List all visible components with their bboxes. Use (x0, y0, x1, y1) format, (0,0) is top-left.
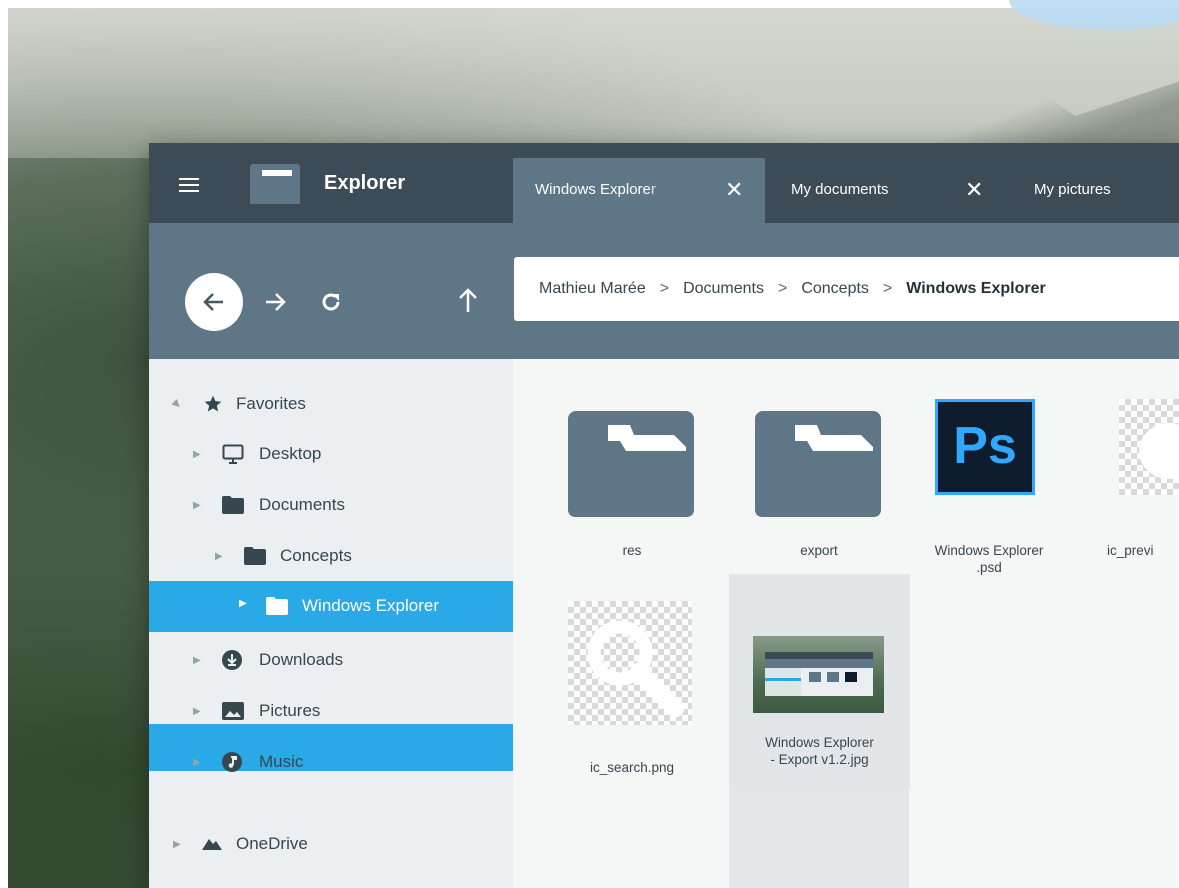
app-folder-icon (250, 164, 300, 204)
download-icon (222, 650, 242, 670)
sidebar-item-concepts[interactable]: ▶ Concepts (149, 533, 513, 579)
close-icon[interactable]: ✕ (965, 177, 983, 203)
breadcrumb-separator: > (777, 280, 788, 297)
folder-icon (266, 597, 288, 615)
ps-badge: Ps (953, 417, 1017, 475)
file-name-line1: Windows Explorer (934, 543, 1044, 558)
breadcrumb-current[interactable]: Windows Explorer (906, 280, 1045, 298)
sidebar-item-label: Downloads (259, 650, 344, 669)
tab-my-documents[interactable]: My documents ✕ (765, 158, 1009, 223)
sidebar-item-documents[interactable]: ▶ Documents (149, 482, 513, 528)
navigation-bar: Mathieu Marée > Documents > Concepts > W… (149, 223, 1179, 359)
caret-icon[interactable]: ▶ (193, 706, 201, 717)
title-bar: Explorer Windows Explorer ✕ My documents… (149, 143, 1179, 223)
tab-my-pictures[interactable]: My pictures (1009, 158, 1179, 223)
tab-label: My pictures (1034, 181, 1111, 198)
sidebar-item-pictures[interactable]: ▶ Pictures (149, 688, 513, 734)
sidebar-item-label: Music (259, 752, 304, 771)
file-name-line1: Windows Explorer (765, 735, 874, 750)
breadcrumb-separator: > (882, 280, 893, 297)
caret-icon[interactable]: ▶ (193, 500, 201, 511)
sidebar-item-downloads[interactable]: ▶ Downloads (149, 637, 513, 683)
file-name-line2: .psd (976, 560, 1002, 575)
sidebar-item-label: Pictures (259, 701, 321, 720)
photoshop-file-icon: Ps (935, 399, 1035, 495)
image-thumbnail (753, 636, 884, 713)
arrow-left-icon (203, 293, 223, 311)
monitor-icon (222, 444, 244, 464)
file-item-jpg[interactable]: Windows Explorer - Export v1.2.jpg (729, 574, 910, 789)
music-icon (222, 752, 242, 772)
breadcrumb-item[interactable]: Concepts (801, 280, 869, 298)
image-thumbnail (1119, 399, 1179, 495)
file-name-line2: - Export v1.2.jpg (770, 752, 869, 767)
sidebar-item-desktop[interactable]: ▶ Desktop (149, 431, 513, 477)
sidebar-item-windows-explorer-selected[interactable]: ▶ Windows Explorer (149, 581, 513, 632)
refresh-button[interactable] (319, 290, 343, 314)
sidebar-item-label: OneDrive (236, 834, 308, 853)
back-button[interactable] (185, 273, 243, 331)
explorer-window: Explorer Windows Explorer ✕ My documents… (149, 143, 1179, 888)
image-icon (222, 702, 244, 720)
folder-icon (755, 411, 881, 517)
app-title: Explorer (324, 172, 406, 194)
file-item-folder[interactable]: export (739, 389, 899, 601)
sidebar-item-music[interactable]: ▶ Music (149, 739, 513, 785)
sidebar-item-label: Favorites (236, 394, 306, 413)
sidebar-item-label: Documents (259, 495, 345, 514)
caret-icon[interactable]: ▶ (170, 397, 183, 410)
caret-icon[interactable]: ▶ (215, 551, 223, 562)
file-name: export (800, 543, 838, 558)
breadcrumb-item[interactable]: Mathieu Marée (539, 280, 646, 298)
hamburger-menu-icon[interactable] (179, 178, 199, 192)
file-name: ic_search.png (589, 760, 675, 775)
caret-icon[interactable]: ▶ (193, 449, 201, 460)
folder-icon (568, 411, 694, 517)
folder-icon (244, 547, 266, 565)
image-thumbnail (568, 601, 692, 725)
cloud-icon (202, 839, 222, 850)
breadcrumb[interactable]: Mathieu Marée > Documents > Concepts > W… (514, 257, 1179, 321)
close-icon[interactable]: ✕ (725, 177, 743, 203)
sidebar-item-label: Concepts (280, 546, 352, 565)
caret-icon[interactable]: ▶ (173, 839, 181, 850)
breadcrumb-separator: > (659, 280, 670, 297)
sidebar-item-label: Windows Explorer (302, 596, 439, 615)
tab-windows-explorer[interactable]: Windows Explorer ✕ (513, 158, 765, 223)
tab-label: Windows Explorer (535, 181, 656, 198)
file-item-png[interactable]: ic_previ (1099, 389, 1179, 601)
sidebar-item-label: Desktop (259, 444, 322, 463)
tab-label: My documents (791, 181, 889, 198)
file-name: res (622, 543, 642, 558)
forward-button[interactable] (262, 289, 288, 315)
folder-icon (222, 496, 244, 514)
breadcrumb-item[interactable]: Documents (683, 280, 764, 298)
up-button[interactable] (455, 286, 481, 314)
file-name: ic_previ (1107, 543, 1154, 558)
sidebar-item-onedrive[interactable]: ▶ OneDrive (149, 821, 513, 867)
star-icon (204, 395, 222, 412)
caret-icon[interactable]: ▶ (193, 757, 201, 768)
file-item-png[interactable]: ic_search.png (552, 589, 712, 801)
file-item-folder[interactable]: res (552, 389, 712, 601)
search-icon (587, 620, 684, 717)
caret-icon[interactable]: ▶ (239, 598, 247, 609)
caret-icon[interactable]: ▶ (193, 655, 201, 666)
file-item-psd[interactable]: Ps Windows Explorer .psd (909, 389, 1069, 601)
sidebar-item-favorites[interactable]: ▶ Favorites (149, 381, 513, 427)
